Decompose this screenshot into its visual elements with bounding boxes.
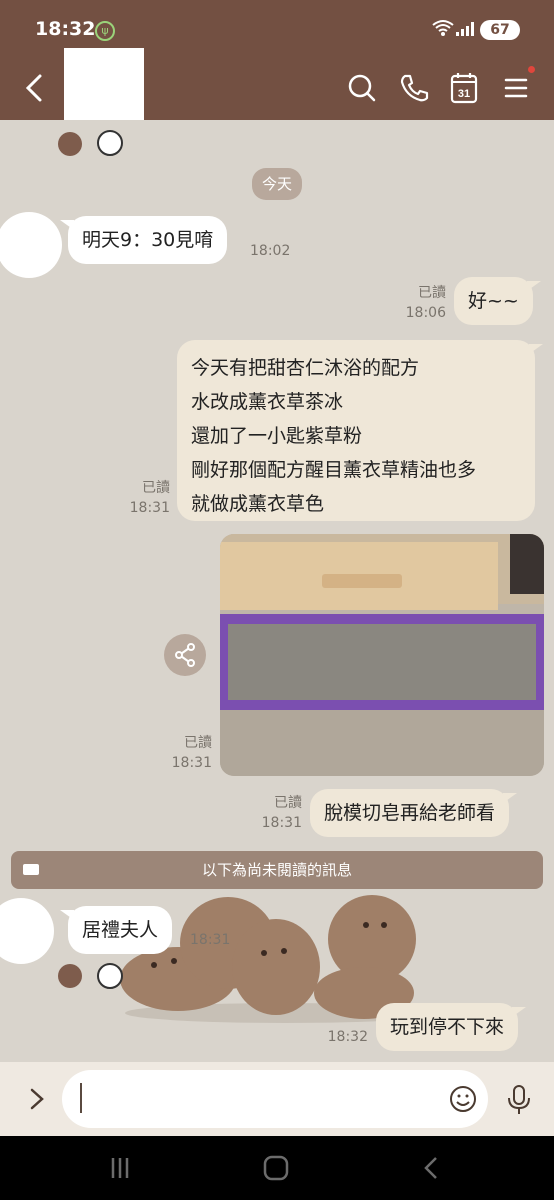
status-time: 18:32: [35, 18, 96, 40]
read-receipt: 已讀: [418, 285, 446, 301]
chat-header: 31: [0, 48, 554, 128]
signal-icon: [456, 22, 474, 36]
emoji-icon[interactable]: [448, 1084, 478, 1118]
message-time: 18:02: [250, 243, 291, 259]
read-receipt: 已讀: [184, 735, 212, 751]
expand-icon[interactable]: [22, 1084, 52, 1118]
notification-dot: [528, 66, 535, 73]
sticker-reaction-icon[interactable]: [97, 130, 123, 156]
message-line: 就做成薰衣草色: [191, 493, 325, 515]
system-nav-bar: [0, 1136, 554, 1200]
message-time: 18:06: [405, 305, 446, 321]
read-receipt: 已讀: [274, 795, 302, 811]
date-chip: 今天: [252, 168, 302, 200]
chat-area[interactable]: 今天 明天9：30見唷 18:02 已讀 18:06 好~~ 已讀 18:31 …: [0, 120, 554, 1062]
read-receipt: 已讀: [142, 480, 170, 496]
message-bubble-outgoing[interactable]: 好~~: [454, 277, 541, 325]
text-cursor: [80, 1083, 82, 1113]
tag-icon: [23, 864, 39, 875]
message-bubble-outgoing[interactable]: 脫模切皂再給老師看: [310, 789, 518, 837]
search-icon[interactable]: [342, 68, 382, 108]
share-icon[interactable]: [164, 634, 206, 676]
phone-icon[interactable]: [394, 68, 434, 108]
battery-icon: 67: [480, 20, 520, 40]
contact-avatar[interactable]: [0, 212, 62, 278]
contact-name-redacted: [64, 48, 144, 128]
home-icon[interactable]: [262, 1154, 290, 1186]
message-bubble-incoming[interactable]: 居禮夫人: [59, 906, 173, 954]
food-app-icon: ψ: [95, 21, 115, 41]
smile-reaction-icon[interactable]: [58, 964, 82, 988]
message-line: 水改成薰衣草茶冰: [191, 391, 344, 413]
photo-message[interactable]: [220, 534, 544, 776]
message-line: 今天有把甜杏仁沐浴的配方: [191, 357, 420, 379]
message-input[interactable]: [62, 1070, 488, 1128]
wifi-icon: [432, 19, 454, 41]
message-time: 18:32: [327, 1029, 368, 1045]
calendar-icon[interactable]: 31: [444, 68, 484, 108]
message-bubble-outgoing[interactable]: 玩到停不下來: [376, 1003, 527, 1051]
contact-avatar[interactable]: [0, 898, 54, 964]
menu-icon[interactable]: [496, 68, 536, 108]
message-time: 18:31: [190, 932, 231, 948]
message-time: 18:31: [261, 815, 302, 831]
message-line: 還加了一小匙紫草粉: [191, 425, 363, 447]
message-time: 18:31: [171, 755, 212, 771]
back-nav-icon[interactable]: [418, 1154, 446, 1186]
unread-divider: 以下為尚未閱讀的訊息: [11, 851, 543, 889]
recent-apps-icon[interactable]: [106, 1154, 134, 1186]
smile-reaction-icon[interactable]: [58, 132, 82, 156]
back-icon[interactable]: [14, 68, 54, 108]
sticker-reaction-icon[interactable]: [97, 963, 123, 989]
message-line: 剛好那個配方醒目薰衣草精油也多: [191, 459, 477, 481]
message-time: 18:31: [129, 500, 170, 516]
unread-divider-label: 以下為尚未閱讀的訊息: [201, 861, 352, 879]
input-bar: [0, 1062, 554, 1136]
message-bubble-incoming[interactable]: 明天9：30見唷: [59, 216, 228, 264]
message-bubble-outgoing[interactable]: 今天有把甜杏仁沐浴的配方 水改成薰衣草茶冰 還加了一小匙紫草粉 剛好那個配方醒目…: [177, 340, 543, 521]
microphone-icon[interactable]: [505, 1084, 533, 1120]
calendar-day: 31: [458, 88, 470, 100]
